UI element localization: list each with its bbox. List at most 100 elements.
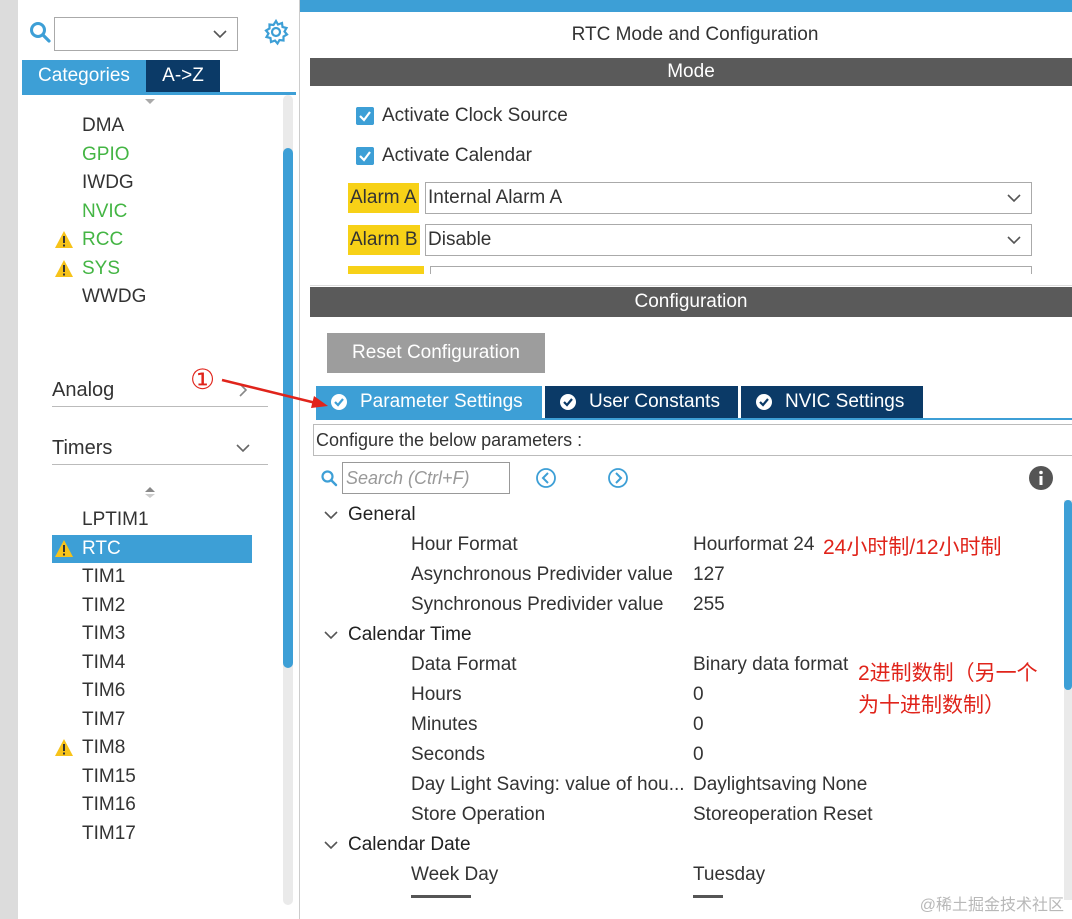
list-item-label: TIM2 bbox=[82, 594, 126, 616]
list-item-tim3[interactable]: TIM3 bbox=[52, 620, 252, 648]
tab-underline bbox=[22, 92, 296, 95]
param-name: Store Operation bbox=[411, 804, 546, 825]
search-icon[interactable] bbox=[28, 20, 52, 44]
alarm-a-select[interactable]: Internal Alarm A bbox=[425, 182, 1032, 214]
alarm-b-value: Disable bbox=[428, 229, 492, 250]
list-item-rcc[interactable]: RCC bbox=[52, 226, 252, 254]
page-title: RTC Mode and Configuration bbox=[571, 24, 819, 45]
list-item-label: GPIO bbox=[82, 143, 130, 165]
chevron-down-icon bbox=[1007, 194, 1021, 203]
param-value[interactable]: Binary data format bbox=[693, 650, 848, 680]
scroll-up-arrow-icon[interactable] bbox=[144, 96, 156, 108]
chevron-down-icon bbox=[324, 511, 338, 520]
category-search-combo[interactable] bbox=[54, 17, 238, 51]
previous-arrow-icon[interactable] bbox=[535, 467, 557, 489]
list-item-wwdg[interactable]: WWDG bbox=[52, 283, 252, 311]
param-name: Hours bbox=[411, 684, 462, 705]
list-item-label: TIM4 bbox=[82, 651, 126, 673]
warning-icon bbox=[55, 539, 73, 557]
alarm-b-label: Alarm B bbox=[348, 225, 420, 255]
checkbox-checked-icon bbox=[356, 147, 374, 165]
param-value[interactable]: Tuesday bbox=[693, 860, 765, 890]
list-item-label: IWDG bbox=[82, 172, 134, 193]
chevron-down-icon bbox=[324, 631, 338, 640]
section-analog-label: Analog bbox=[52, 379, 115, 401]
param-value[interactable]: 255 bbox=[693, 590, 725, 620]
annotation-data-format-note-1: 2进制数制（另一个 bbox=[858, 662, 1038, 685]
list-item-nvic[interactable]: NVIC bbox=[52, 198, 252, 226]
param-tab-underline bbox=[316, 418, 1072, 420]
group-calendar-time-label: Calendar Time bbox=[348, 624, 472, 645]
alarm-b-select[interactable]: Disable bbox=[425, 224, 1032, 256]
param-value[interactable]: Storeoperation Reset bbox=[693, 800, 873, 830]
list-item-label: LPTIM1 bbox=[82, 509, 149, 530]
param-name: Week Day bbox=[411, 864, 499, 885]
list-item-tim6[interactable]: TIM6 bbox=[52, 677, 252, 705]
list-item-label: SYS bbox=[82, 257, 121, 279]
group-calendar-date-label: Calendar Date bbox=[348, 834, 471, 855]
tab-parameter-settings-label: Parameter Settings bbox=[360, 391, 523, 412]
list-item-tim7[interactable]: TIM7 bbox=[52, 706, 252, 734]
list-item-label: TIM17 bbox=[82, 822, 136, 844]
list-item-tim15[interactable]: TIM15 bbox=[52, 763, 252, 791]
list-item-tim4[interactable]: TIM4 bbox=[52, 649, 252, 677]
watermark: @稀土掘金技术社区 bbox=[919, 897, 1064, 914]
tab-nvic-settings[interactable]: NVIC Settings bbox=[741, 386, 923, 418]
activate-clock-source-label: Activate Clock Source bbox=[382, 105, 568, 126]
check-circle-icon bbox=[560, 394, 576, 410]
reset-configuration-button[interactable]: Reset Configuration bbox=[327, 333, 545, 373]
list-item-label: TIM7 bbox=[82, 708, 126, 730]
alarm-a-label: Alarm A bbox=[348, 183, 419, 213]
param-value[interactable]: Daylightsaving None bbox=[693, 770, 867, 800]
tab-a-to-z[interactable]: A->Z bbox=[146, 60, 220, 92]
list-item-label: RCC bbox=[82, 229, 124, 250]
param-value[interactable]: 0 bbox=[693, 710, 704, 740]
param-name: Seconds bbox=[411, 744, 485, 765]
annotation-data-format-note-2: 为十进制数制） bbox=[858, 694, 1005, 717]
list-item-dma[interactable]: DMA bbox=[52, 112, 252, 140]
param-value[interactable]: 0 bbox=[693, 680, 704, 710]
param-value[interactable]: 127 bbox=[693, 560, 725, 590]
annotation-step-number: ① bbox=[190, 364, 216, 395]
tab-categories[interactable]: Categories bbox=[22, 60, 146, 92]
configure-instructions: Configure the below parameters : bbox=[313, 424, 1072, 456]
tab-nvic-settings-label: NVIC Settings bbox=[785, 391, 905, 412]
param-value[interactable]: Hourformat 24 bbox=[693, 530, 814, 560]
param-name: Day Light Saving: value of hou... bbox=[411, 774, 685, 795]
scroll-up-arrow-icon[interactable] bbox=[144, 486, 156, 498]
chevron-down-icon bbox=[236, 444, 250, 453]
section-timers[interactable]: Timers bbox=[52, 431, 268, 465]
list-item-tim17[interactable]: TIM17 bbox=[52, 820, 252, 848]
group-general-label: General bbox=[348, 504, 416, 525]
tab-parameter-settings[interactable]: Parameter Settings bbox=[316, 386, 542, 418]
next-arrow-icon[interactable] bbox=[607, 467, 629, 489]
window-edge bbox=[0, 0, 18, 919]
list-item-tim8[interactable]: TIM8 bbox=[52, 734, 252, 762]
parameter-search-input[interactable]: Search (Ctrl+F) bbox=[342, 462, 510, 494]
activate-calendar-label: Activate Calendar bbox=[382, 145, 532, 166]
tab-user-constants[interactable]: User Constants bbox=[545, 386, 738, 418]
list-item-gpio[interactable]: GPIO bbox=[52, 141, 252, 169]
param-name: Asynchronous Predivider value bbox=[411, 564, 673, 585]
list-item-tim16[interactable]: TIM16 bbox=[52, 791, 252, 819]
list-item-label: TIM6 bbox=[82, 680, 126, 701]
gear-icon[interactable] bbox=[262, 18, 290, 46]
param-value[interactable]: 0 bbox=[693, 740, 704, 770]
clipped-mode-row bbox=[348, 266, 1032, 274]
clipped-param-row bbox=[411, 895, 911, 903]
list-item-iwdg[interactable]: IWDG bbox=[52, 169, 252, 197]
list-item-label: TIM16 bbox=[82, 794, 136, 815]
param-name: Hour Format bbox=[411, 534, 518, 555]
param-scrollbar-thumb[interactable] bbox=[1064, 500, 1072, 690]
mode-header: Mode bbox=[310, 58, 1072, 86]
list-item-tim1[interactable]: TIM1 bbox=[52, 563, 252, 591]
checkbox-checked-icon bbox=[356, 107, 374, 125]
configuration-header: Configuration bbox=[310, 287, 1072, 317]
info-icon[interactable] bbox=[1028, 465, 1054, 491]
list-item-lptim1[interactable]: LPTIM1 bbox=[52, 506, 252, 534]
list-item-tim2[interactable]: TIM2 bbox=[52, 592, 252, 620]
list-item-sys[interactable]: SYS bbox=[52, 255, 252, 283]
list-item-label: NVIC bbox=[82, 200, 128, 222]
list-item-label: TIM3 bbox=[82, 623, 126, 644]
list-item-rtc[interactable]: RTC bbox=[52, 534, 252, 563]
